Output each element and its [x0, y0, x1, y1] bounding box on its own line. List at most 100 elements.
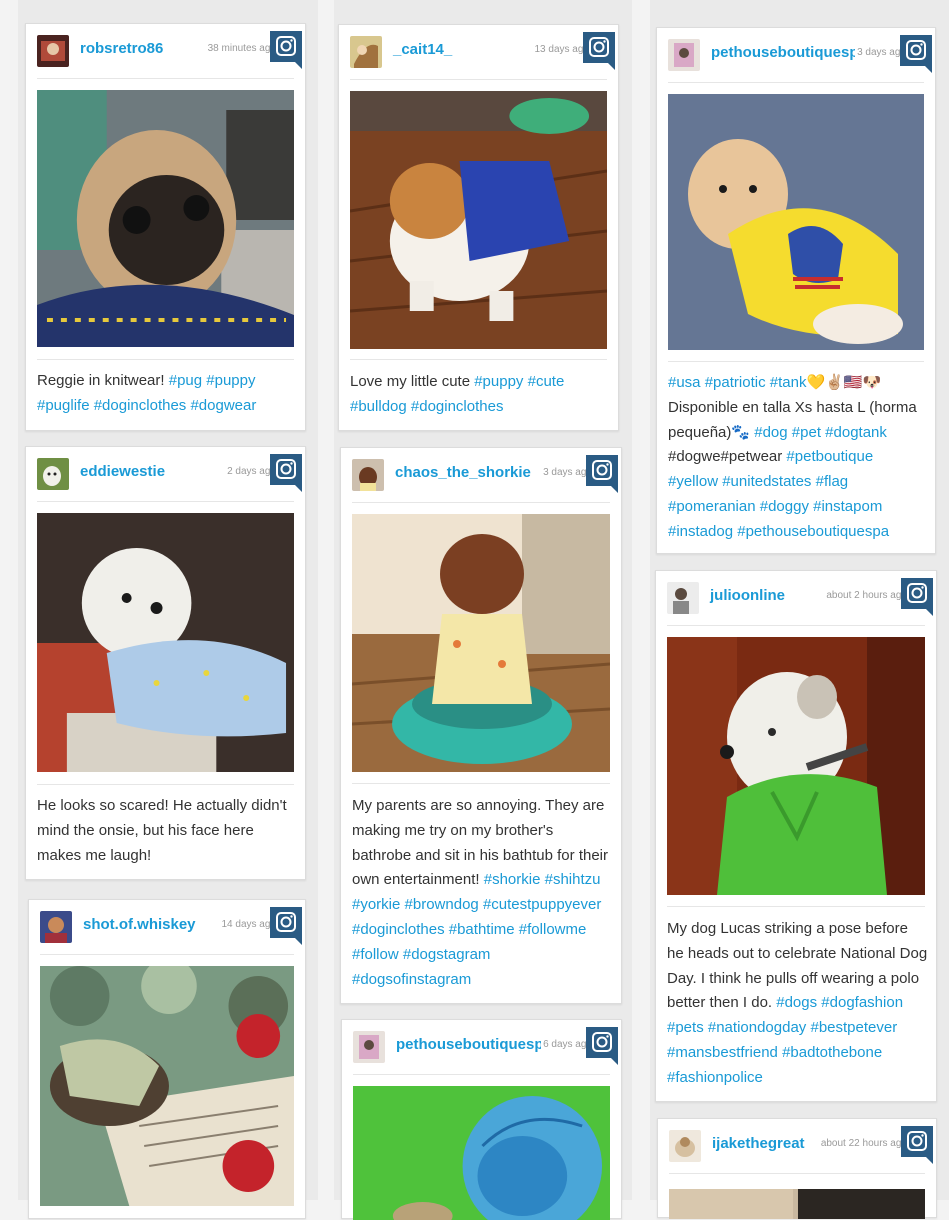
hashtag-link[interactable]: #mansbestfriend	[667, 1044, 778, 1061]
username-link[interactable]: pethouseboutiquespa	[711, 44, 867, 61]
post-card[interactable]: pethouseboutiquespa 6 days ago	[341, 1019, 622, 1220]
instagram-icon[interactable]	[900, 35, 932, 73]
username-link[interactable]: julioonline	[710, 587, 785, 604]
instagram-icon[interactable]	[583, 32, 615, 70]
post-photo[interactable]	[352, 514, 610, 772]
post-photo[interactable]	[37, 513, 294, 772]
hashtag-link[interactable]: #badtothebone	[782, 1044, 882, 1061]
hashtag-link[interactable]: #dogsofinstagram	[352, 971, 471, 988]
hashtag-link[interactable]: #doginclothes	[411, 398, 504, 415]
hashtag-link[interactable]: #fashionpolice	[667, 1069, 763, 1086]
avatar[interactable]	[350, 36, 382, 68]
avatar[interactable]	[37, 35, 69, 67]
divider	[350, 79, 607, 80]
hashtag-link[interactable]: #pethouseboutiquespa	[737, 523, 889, 540]
hashtag-link[interactable]: #bestpetever	[810, 1019, 897, 1036]
hashtag-link[interactable]: #pet	[792, 424, 821, 441]
hashtag-link[interactable]: #instapom	[813, 498, 882, 515]
post-photo[interactable]	[667, 637, 925, 895]
hashtag-link[interactable]: #browndog	[405, 896, 479, 913]
hashtag-link[interactable]: #pets	[667, 1019, 704, 1036]
hashtag-link[interactable]: #cute	[528, 373, 565, 390]
hashtag-link[interactable]: #dog	[754, 424, 787, 441]
post-card[interactable]: _cait14_ 13 days ago Love my little cute…	[338, 24, 619, 431]
hashtag-link[interactable]: #doggy	[760, 498, 809, 515]
hashtag-link[interactable]: #petboutique	[786, 448, 873, 465]
post-photo[interactable]	[669, 1189, 925, 1219]
post-card[interactable]: chaos_the_shorkie 3 days ago My parents …	[340, 447, 622, 1004]
post-header: ijakethegreat about 22 hours ago	[669, 1126, 933, 1164]
post-card[interactable]: pethouseboutiquespa 3 days ago #usa #pat…	[656, 27, 936, 554]
username-link[interactable]: ijakethegreat	[712, 1135, 805, 1152]
username-link[interactable]: shot.of.whiskey	[83, 916, 196, 933]
avatar[interactable]	[668, 39, 700, 71]
avatar[interactable]	[669, 1130, 701, 1162]
post-card[interactable]: shot.of.whiskey 14 days ago	[28, 899, 306, 1219]
post-caption: #usa #patriotic #tank💛✌🏼🇺🇸🐶 Disponible e…	[668, 371, 927, 545]
hashtag-link[interactable]: #pug	[169, 372, 202, 389]
instagram-icon[interactable]	[586, 455, 618, 493]
hashtag-link[interactable]: #dogstagram	[403, 946, 491, 963]
instagram-icon[interactable]	[270, 907, 302, 945]
hashtag-link[interactable]: #follow	[352, 946, 399, 963]
hashtag-link[interactable]: #bulldog	[350, 398, 407, 415]
hashtag-link[interactable]: #puppy	[206, 372, 255, 389]
username-link[interactable]: pethouseboutiquespa	[396, 1036, 552, 1053]
post-photo[interactable]	[350, 91, 607, 349]
hashtag-link[interactable]: #flag	[816, 473, 849, 490]
hashtag-link[interactable]: #dogs	[776, 994, 817, 1011]
post-card[interactable]: ijakethegreat about 22 hours ago	[657, 1118, 937, 1219]
instagram-icon[interactable]	[586, 1027, 618, 1065]
post-timestamp: about 22 hours ago	[818, 1138, 907, 1149]
username-link[interactable]: chaos_the_shorkie	[395, 464, 531, 481]
post-card[interactable]: robsretro86 38 minutes ago Reggie in kni…	[25, 23, 306, 431]
instagram-icon[interactable]	[270, 454, 302, 492]
hashtag-link[interactable]: #puppy	[474, 373, 523, 390]
post-caption: My parents are so annoying. They are mak…	[352, 794, 613, 992]
username-link[interactable]: _cait14_	[393, 41, 452, 58]
post-photo[interactable]	[668, 94, 924, 350]
hashtag-link[interactable]: #usa	[668, 374, 701, 391]
avatar[interactable]	[353, 1031, 385, 1063]
post-card[interactable]: eddiewestie 2 days ago He looks so scare…	[25, 446, 306, 880]
post-header: shot.of.whiskey 14 days ago	[40, 907, 302, 945]
divider	[40, 954, 294, 955]
hashtag-link[interactable]: #followme	[519, 921, 587, 938]
caption-text: Love my little cute	[350, 373, 475, 390]
hashtag-link[interactable]: #tank	[770, 374, 807, 391]
hashtag-link[interactable]: #cutestpuppyever	[483, 896, 601, 913]
post-caption: He looks so scared! He actually didn't m…	[37, 794, 297, 868]
divider	[669, 1173, 925, 1174]
hashtag-link[interactable]: #doginclothes	[94, 397, 187, 414]
hashtag-link[interactable]: #pomeranian	[668, 498, 756, 515]
post-photo[interactable]	[40, 966, 294, 1206]
hashtag-link[interactable]: #dogtank	[825, 424, 887, 441]
avatar[interactable]	[667, 582, 699, 614]
post-photo[interactable]	[37, 90, 294, 347]
hashtag-link[interactable]: #instadog	[668, 523, 733, 540]
hashtag-link[interactable]: #dogfashion	[821, 994, 903, 1011]
hashtag-link[interactable]: #doginclothes	[352, 921, 445, 938]
instagram-icon[interactable]	[901, 578, 933, 616]
username-link[interactable]: robsretro86	[80, 40, 163, 57]
post-caption: Reggie in knitwear! #pug #puppy #puglife…	[37, 369, 297, 419]
hashtag-link[interactable]: #patriotic	[705, 374, 766, 391]
post-header: eddiewestie 2 days ago	[37, 454, 302, 492]
avatar[interactable]	[40, 911, 72, 943]
hashtag-link[interactable]: #nationdogday	[708, 1019, 806, 1036]
hashtag-link[interactable]: #yellow	[668, 473, 718, 490]
instagram-icon[interactable]	[901, 1126, 933, 1164]
post-card[interactable]: julioonline about 2 hours ago My dog Luc…	[655, 570, 937, 1102]
divider	[350, 359, 607, 360]
hashtag-link[interactable]: #puglife	[37, 397, 90, 414]
hashtag-link[interactable]: #bathtime	[449, 921, 515, 938]
hashtag-link[interactable]: #shihtzu	[545, 871, 601, 888]
avatar[interactable]	[352, 459, 384, 491]
hashtag-link[interactable]: #unitedstates	[722, 473, 811, 490]
hashtag-link[interactable]: #yorkie	[352, 896, 400, 913]
instagram-icon[interactable]	[270, 31, 302, 69]
username-link[interactable]: eddiewestie	[80, 463, 165, 480]
hashtag-link[interactable]: #shorkie	[484, 871, 541, 888]
avatar[interactable]	[37, 458, 69, 490]
hashtag-link[interactable]: #dogwear	[190, 397, 256, 414]
